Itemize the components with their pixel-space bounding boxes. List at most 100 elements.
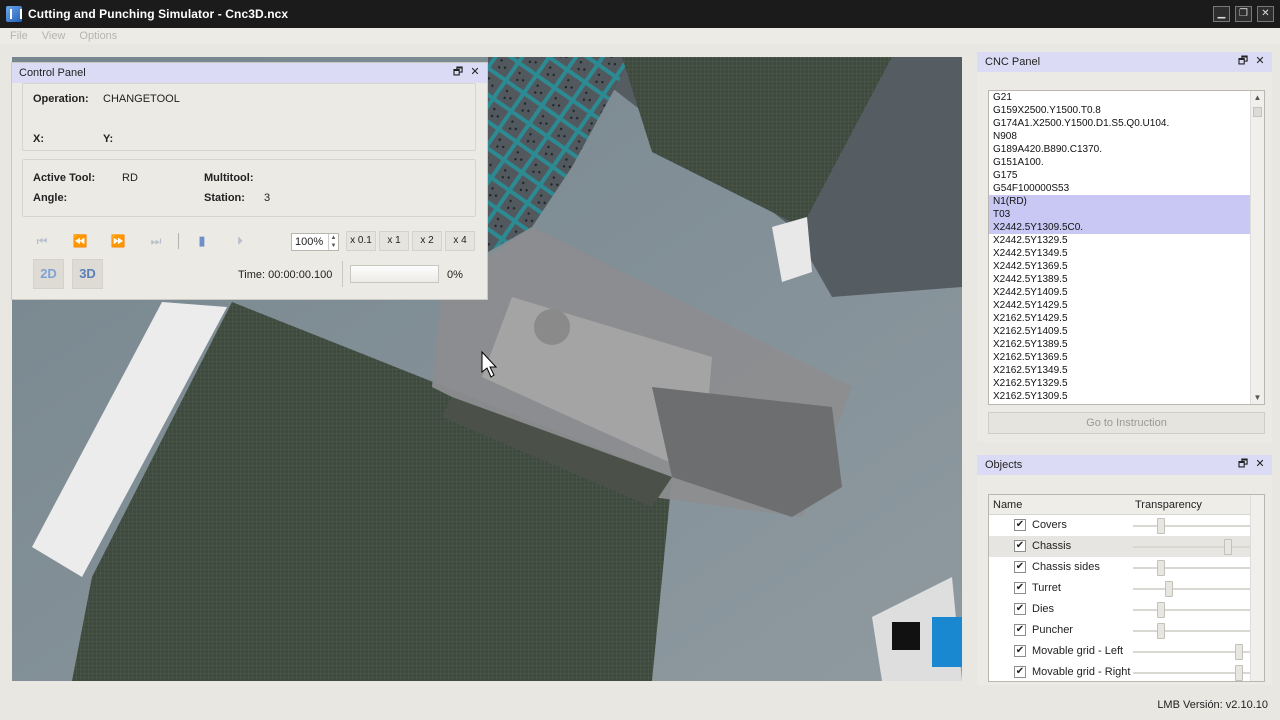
object-row[interactable]: ✔ Dies: [989, 599, 1264, 620]
transparency-slider-handle[interactable]: [1235, 665, 1243, 681]
menu-options[interactable]: Options: [79, 30, 117, 42]
scroll-thumb[interactable]: [1253, 107, 1262, 117]
visibility-checkbox[interactable]: ✔: [1014, 561, 1026, 573]
cnc-line[interactable]: X2442.5Y1369.5: [989, 260, 1251, 273]
object-row[interactable]: ✔ Turret: [989, 578, 1264, 599]
cnc-line[interactable]: X2442.5Y1409.5: [989, 286, 1251, 299]
transparency-slider-track[interactable]: [1133, 672, 1251, 674]
menu-file[interactable]: File: [10, 30, 28, 42]
minimize-button[interactable]: ▁: [1213, 6, 1230, 22]
object-row[interactable]: ✔ Movable grid - Left: [989, 641, 1264, 662]
cnc-line[interactable]: X2442.5Y1389.5: [989, 273, 1251, 286]
stop-icon[interactable]: ▮: [189, 231, 215, 251]
menu-view[interactable]: View: [42, 30, 66, 42]
visibility-checkbox[interactable]: ✔: [1014, 624, 1026, 636]
transparency-slider-track[interactable]: [1133, 588, 1251, 590]
cnc-line[interactable]: N908: [989, 130, 1251, 143]
visibility-checkbox[interactable]: ✔: [1014, 645, 1026, 657]
cnc-line[interactable]: X2162.5Y1329.5: [989, 377, 1251, 390]
transparency-slider-track[interactable]: [1133, 525, 1251, 527]
col-name[interactable]: Name: [993, 499, 1022, 511]
cnc-line[interactable]: X2442.5Y1429.5: [989, 299, 1251, 312]
cnc-line[interactable]: X2162.5Y1409.5: [989, 325, 1251, 338]
skip-to-start-icon[interactable]: ⏮: [29, 231, 55, 251]
restore-button[interactable]: ❐: [1235, 6, 1252, 22]
speed-1-button[interactable]: x 1: [379, 231, 409, 251]
fast-forward-icon[interactable]: ⏩: [105, 231, 131, 251]
close-icon[interactable]: ✕: [1254, 458, 1266, 470]
station-label: Station:: [204, 192, 245, 204]
mode-3d-button[interactable]: 3D: [72, 259, 103, 289]
transparency-slider-track[interactable]: [1133, 567, 1251, 569]
cnc-line[interactable]: X2442.5Y1309.5C0.: [989, 221, 1251, 234]
float-icon[interactable]: 🗗: [452, 66, 464, 78]
skip-to-end-icon[interactable]: ⏭: [143, 231, 169, 251]
object-row[interactable]: ✔ Movable grid - Right: [989, 662, 1264, 681]
object-row[interactable]: ✔ Covers: [989, 515, 1264, 536]
divider: [342, 261, 343, 287]
float-icon[interactable]: 🗗: [1237, 458, 1249, 470]
visibility-checkbox[interactable]: ✔: [1014, 666, 1026, 678]
cnc-line[interactable]: G174A1.X2500.Y1500.D1.S5.Q0.U104.: [989, 117, 1251, 130]
float-icon[interactable]: 🗗: [1237, 55, 1249, 67]
cnc-code-list[interactable]: G21 G159X2500.Y1500.T0.8 G174A1.X2500.Y150…: [988, 90, 1265, 405]
transparency-slider-track[interactable]: [1133, 651, 1251, 653]
transparency-slider-handle[interactable]: [1157, 602, 1165, 618]
visibility-checkbox[interactable]: ✔: [1014, 540, 1026, 552]
scroll-down-icon[interactable]: ▼: [1251, 391, 1264, 404]
transparency-slider-track[interactable]: [1133, 546, 1251, 548]
cnc-scrollbar[interactable]: ▲ ▼: [1250, 91, 1264, 404]
step-icon[interactable]: ⏵: [227, 231, 253, 251]
cnc-line[interactable]: X2162.5Y1349.5: [989, 364, 1251, 377]
cnc-panel: CNC Panel 🗗 ✕ G21 G159X2500.Y1500.T0.8 G17…: [977, 52, 1272, 442]
cnc-line[interactable]: X2162.5Y1309.5: [989, 390, 1251, 403]
speed-4-button[interactable]: x 4: [445, 231, 475, 251]
close-icon[interactable]: ✕: [469, 66, 481, 78]
speed-0-1-button[interactable]: x 0.1: [346, 231, 376, 251]
speed-2-button[interactable]: x 2: [412, 231, 442, 251]
visibility-checkbox[interactable]: ✔: [1014, 603, 1026, 615]
cnc-line[interactable]: X2442.5Y1349.5: [989, 247, 1251, 260]
visibility-checkbox[interactable]: ✔: [1014, 519, 1026, 531]
cnc-line[interactable]: G54F100000S53: [989, 182, 1251, 195]
window-controls: ▁ ❐ ✕: [1213, 6, 1274, 22]
transparency-slider-handle[interactable]: [1224, 539, 1232, 555]
transparency-slider-handle[interactable]: [1157, 560, 1165, 576]
rewind-icon[interactable]: ⏪: [67, 231, 93, 251]
col-transparency[interactable]: Transparency: [1135, 499, 1202, 511]
transparency-slider-handle[interactable]: [1235, 644, 1243, 660]
objects-scrollbar[interactable]: [1250, 495, 1264, 681]
object-name: Movable grid - Right: [1032, 666, 1131, 678]
cnc-line[interactable]: T03: [989, 208, 1251, 221]
transparency-slider-track[interactable]: [1133, 609, 1251, 611]
objects-panel: Objects 🗗 ✕ Name Transparency ✔ Covers ✔ Ch…: [977, 455, 1272, 685]
cnc-panel-title: CNC Panel: [985, 56, 1041, 68]
cnc-line[interactable]: G159X2500.Y1500.T0.8: [989, 104, 1251, 117]
cnc-line[interactable]: X2442.5Y1329.5: [989, 234, 1251, 247]
object-row[interactable]: ✔ Chassis: [989, 536, 1264, 557]
multitool-label: Multitool:: [204, 172, 254, 184]
scroll-up-icon[interactable]: ▲: [1251, 91, 1264, 104]
cnc-line[interactable]: G175: [989, 169, 1251, 182]
close-button[interactable]: ✕: [1257, 6, 1274, 22]
toolbar-divider: [178, 233, 179, 249]
object-row[interactable]: ✔ Chassis sides: [989, 557, 1264, 578]
cnc-line[interactable]: N1(RD): [989, 195, 1251, 208]
object-row[interactable]: ✔ Puncher: [989, 620, 1264, 641]
transparency-slider-track[interactable]: [1133, 630, 1251, 632]
go-to-instruction-button[interactable]: Go to Instruction: [988, 412, 1265, 434]
cnc-line[interactable]: G189A420.B890.C1370.: [989, 143, 1251, 156]
cnc-line[interactable]: G21: [989, 91, 1251, 104]
visibility-checkbox[interactable]: ✔: [1014, 582, 1026, 594]
cnc-line[interactable]: X2162.5Y1369.5: [989, 351, 1251, 364]
spin-arrows-icon[interactable]: ▲ ▼: [328, 234, 338, 250]
mode-2d-button[interactable]: 2D: [33, 259, 64, 289]
transparency-slider-handle[interactable]: [1157, 623, 1165, 639]
close-icon[interactable]: ✕: [1254, 55, 1266, 67]
transparency-slider-handle[interactable]: [1157, 518, 1165, 534]
transparency-slider-handle[interactable]: [1165, 581, 1173, 597]
cnc-line[interactable]: X2162.5Y1389.5: [989, 338, 1251, 351]
zoom-spinbox[interactable]: 100% ▲ ▼: [291, 233, 339, 251]
cnc-line[interactable]: X2162.5Y1429.5: [989, 312, 1251, 325]
cnc-line[interactable]: G151A100.: [989, 156, 1251, 169]
